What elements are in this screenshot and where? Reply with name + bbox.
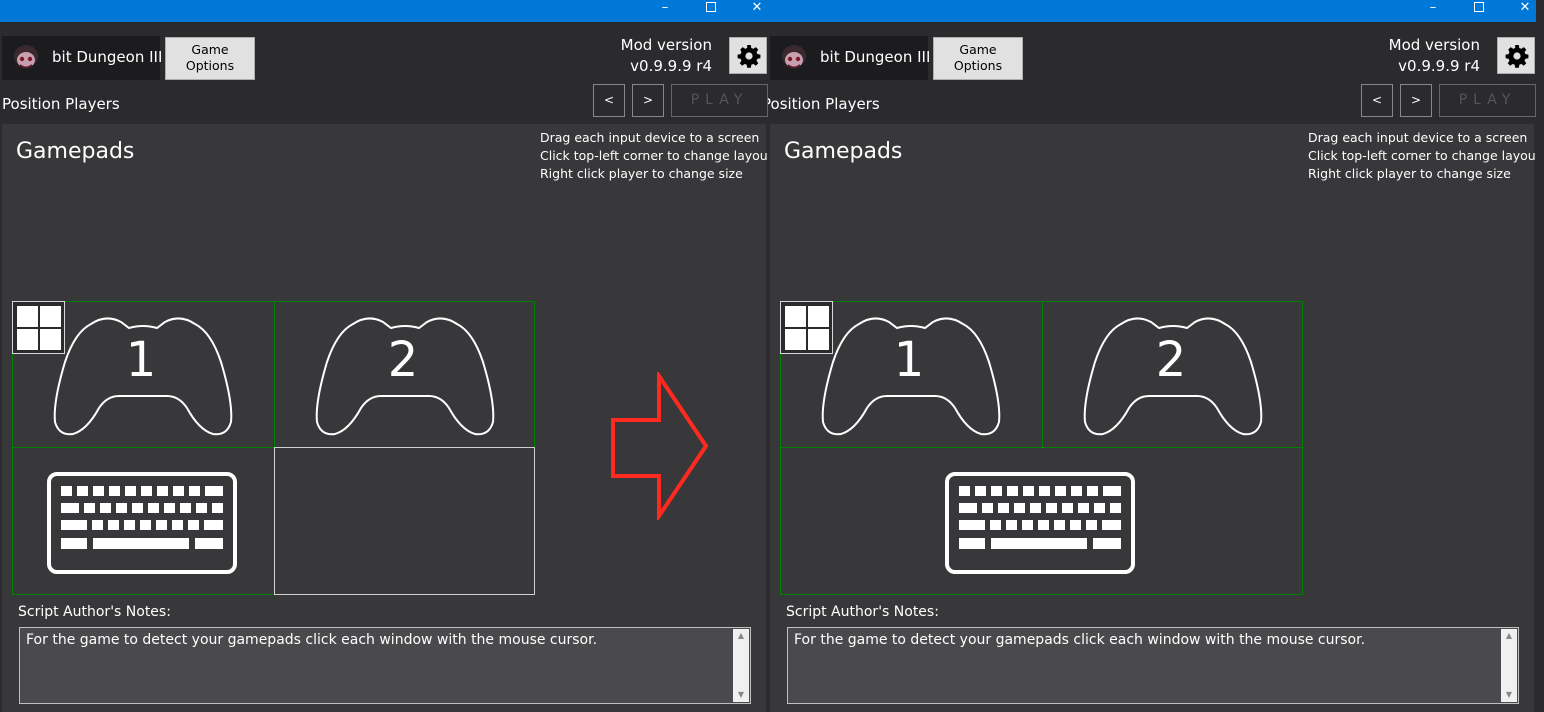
player-number: 1 bbox=[893, 332, 925, 388]
maximize-button[interactable] bbox=[688, 0, 734, 22]
window-before: – ✕ bit Dungeon III Game Options Mod ver… bbox=[0, 0, 768, 712]
game-title: bit Dungeon III bbox=[52, 48, 163, 66]
prev-button[interactable]: < bbox=[593, 84, 625, 117]
next-button[interactable]: > bbox=[1400, 84, 1432, 117]
game-options-line1: Game bbox=[959, 42, 997, 57]
hint-layout: Click top-left corner to change layout bbox=[1308, 148, 1536, 163]
keyboard-icon bbox=[47, 472, 237, 574]
layout-quad-icon bbox=[808, 306, 829, 327]
game-skull-icon bbox=[14, 45, 38, 69]
mod-version: Mod version v0.9.9.9 r4 bbox=[1389, 35, 1480, 77]
screen-slot-4[interactable] bbox=[274, 447, 535, 595]
gear-icon bbox=[737, 45, 761, 68]
settings-button[interactable] bbox=[1497, 37, 1535, 74]
minimize-button[interactable]: – bbox=[642, 0, 688, 22]
step-title: Position Players bbox=[2, 95, 120, 113]
screen-slot-2[interactable]: 2 bbox=[1042, 301, 1303, 448]
game-options-line2: Options bbox=[953, 58, 1003, 73]
section-title: Gamepads bbox=[16, 139, 135, 164]
hints: Drag each input device to a screen Click… bbox=[1308, 129, 1536, 183]
prev-button[interactable]: < bbox=[1361, 84, 1393, 117]
settings-button[interactable] bbox=[729, 37, 767, 74]
game-skull-icon bbox=[782, 45, 806, 69]
layout-quad-icon bbox=[40, 329, 61, 350]
game-options-line1: Game bbox=[191, 42, 229, 57]
mod-version-label: Mod version bbox=[1388, 36, 1480, 54]
game-options-button[interactable]: Game Options bbox=[165, 37, 255, 80]
screen-slot-2[interactable]: 2 bbox=[274, 301, 535, 448]
layout-toggle-button[interactable] bbox=[780, 301, 833, 354]
hints: Drag each input device to a screen Click… bbox=[540, 129, 768, 183]
layout-quad-icon bbox=[808, 329, 829, 350]
mod-version-value: v0.9.9.9 r4 bbox=[630, 57, 712, 75]
hint-resize: Right click player to change size bbox=[540, 166, 743, 181]
title-bar: – ✕ bbox=[0, 0, 768, 22]
layout-quad-icon bbox=[785, 329, 806, 350]
layout-quad-icon bbox=[785, 306, 806, 327]
section-title: Gamepads bbox=[784, 139, 903, 164]
game-options-button[interactable]: Game Options bbox=[933, 37, 1023, 80]
notes-label: Script Author's Notes: bbox=[786, 604, 939, 620]
game-selector[interactable]: bit Dungeon III bbox=[2, 36, 163, 80]
player-number: 2 bbox=[1155, 332, 1187, 388]
layout-toggle-button[interactable] bbox=[12, 301, 65, 354]
title-bar: – ✕ bbox=[768, 0, 1536, 22]
scroll-up-icon[interactable]: ▲ bbox=[733, 629, 749, 643]
hint-drag: Drag each input device to a screen bbox=[540, 130, 760, 145]
game-selector[interactable]: bit Dungeon III bbox=[770, 36, 931, 80]
maximize-icon bbox=[1474, 2, 1484, 12]
scroll-down-icon[interactable]: ▼ bbox=[733, 688, 749, 702]
layout-quad-icon bbox=[17, 306, 38, 327]
game-title: bit Dungeon III bbox=[820, 48, 931, 66]
mod-version-label: Mod version bbox=[620, 36, 712, 54]
layout-quad-icon bbox=[17, 329, 38, 350]
play-button[interactable]: PLAY bbox=[671, 84, 768, 117]
mod-version-value: v0.9.9.9 r4 bbox=[1398, 57, 1480, 75]
notes-text: For the game to detect your gamepads cli… bbox=[26, 632, 598, 648]
notes-textbox[interactable]: For the game to detect your gamepads cli… bbox=[19, 627, 751, 704]
next-button[interactable]: > bbox=[632, 84, 664, 117]
scroll-down-icon[interactable]: ▼ bbox=[1501, 688, 1517, 702]
close-button[interactable]: ✕ bbox=[734, 0, 768, 22]
arrow-right-icon bbox=[611, 372, 709, 520]
step-title: Position Players bbox=[768, 95, 880, 113]
hint-drag: Drag each input device to a screen bbox=[1308, 130, 1528, 145]
game-options-line2: Options bbox=[185, 58, 235, 73]
play-button[interactable]: PLAY bbox=[1439, 84, 1536, 117]
maximize-icon bbox=[706, 2, 716, 12]
hint-layout: Click top-left corner to change layout bbox=[540, 148, 768, 163]
layout-quad-icon bbox=[40, 306, 61, 327]
window-after: – ✕ bit Dungeon III Game Options Mod ver… bbox=[768, 0, 1536, 712]
close-button[interactable]: ✕ bbox=[1502, 0, 1536, 22]
notes-textbox[interactable]: For the game to detect your gamepads cli… bbox=[787, 627, 1519, 704]
hint-resize: Right click player to change size bbox=[1308, 166, 1511, 181]
notes-scrollbar[interactable]: ▲ ▼ bbox=[733, 629, 749, 702]
maximize-button[interactable] bbox=[1456, 0, 1502, 22]
notes-label: Script Author's Notes: bbox=[18, 604, 171, 620]
scroll-up-icon[interactable]: ▲ bbox=[1501, 629, 1517, 643]
keyboard-icon bbox=[945, 472, 1135, 574]
gear-icon bbox=[1505, 45, 1529, 68]
screen-slot-3-merged[interactable] bbox=[780, 447, 1303, 595]
player-number: 1 bbox=[125, 332, 157, 388]
notes-text: For the game to detect your gamepads cli… bbox=[794, 632, 1366, 648]
player-number: 2 bbox=[387, 332, 419, 388]
screen-slot-3[interactable] bbox=[12, 447, 275, 595]
notes-scrollbar[interactable]: ▲ ▼ bbox=[1501, 629, 1517, 702]
minimize-button[interactable]: – bbox=[1410, 0, 1456, 22]
mod-version: Mod version v0.9.9.9 r4 bbox=[621, 35, 712, 77]
